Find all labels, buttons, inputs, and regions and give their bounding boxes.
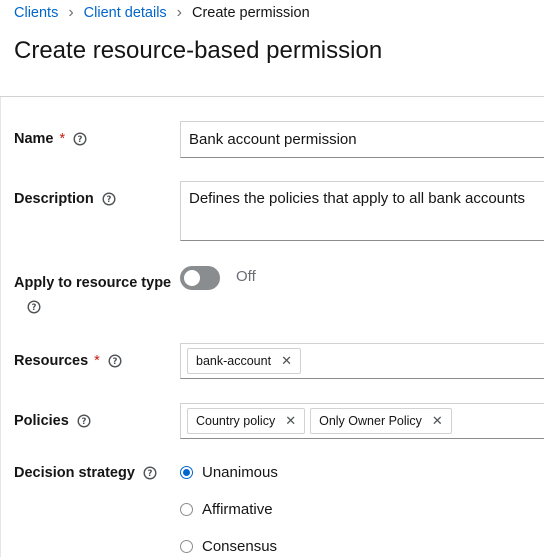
description-label: Description ? <box>14 191 116 207</box>
chevron-right-icon: › <box>176 4 182 21</box>
resources-chip-input[interactable]: bank-account ✕ <box>180 343 544 379</box>
close-icon[interactable]: ✕ <box>285 413 296 429</box>
svg-text:?: ? <box>106 195 111 205</box>
resources-label-text: Resources <box>14 353 89 369</box>
help-icon[interactable]: ? <box>73 132 87 146</box>
description-label-text: Description <box>14 191 94 207</box>
radio-button-selected[interactable] <box>180 466 193 479</box>
radio-label: Consensus <box>202 538 278 555</box>
radio-label: Unanimous <box>202 464 278 481</box>
policies-chip-input[interactable]: Country policy ✕ Only Owner Policy ✕ <box>180 403 544 439</box>
svg-text:?: ? <box>147 469 152 479</box>
resources-label: Resources * ? <box>14 353 122 369</box>
required-indicator: * <box>59 131 66 147</box>
svg-text:?: ? <box>81 417 86 427</box>
required-indicator: * <box>94 353 100 369</box>
svg-text:?: ? <box>112 357 117 367</box>
toggle-knob <box>184 270 200 286</box>
radio-consensus[interactable]: Consensus <box>180 538 277 555</box>
radio-button[interactable] <box>180 540 193 553</box>
name-label: Name * ? <box>14 131 87 147</box>
toggle-state-label: Off <box>236 268 256 285</box>
apply-to-resource-type-label-text: Apply to resource type <box>14 275 172 291</box>
breadcrumb-current: Create permission <box>192 5 310 21</box>
breadcrumb: Clients › Client details › Create permis… <box>14 4 310 22</box>
policy-chip: Country policy ✕ <box>187 408 306 434</box>
resource-chip: bank-account ✕ <box>187 348 301 374</box>
close-icon[interactable]: ✕ <box>281 353 292 369</box>
radio-affirmative[interactable]: Affirmative <box>180 501 273 518</box>
chip-label: Only Owner Policy <box>319 414 422 428</box>
radio-label: Affirmative <box>202 501 273 518</box>
policy-chip: Only Owner Policy ✕ <box>310 408 452 434</box>
help-icon[interactable]: ? <box>143 466 157 480</box>
help-icon[interactable]: ? <box>102 192 116 206</box>
chip-label: Country policy <box>196 414 276 428</box>
help-icon[interactable]: ? <box>108 354 122 368</box>
help-icon[interactable]: ? <box>27 300 41 314</box>
svg-text:?: ? <box>32 303 37 313</box>
description-textarea[interactable]: Defines the policies that apply to all b… <box>180 181 544 241</box>
decision-strategy-label: Decision strategy ? <box>14 465 157 481</box>
name-label-text: Name <box>14 131 54 147</box>
svg-text:?: ? <box>78 135 83 145</box>
name-input[interactable]: Bank account permission <box>180 121 544 158</box>
breadcrumb-link-clients[interactable]: Clients <box>14 5 58 21</box>
policies-label-text: Policies <box>14 413 69 429</box>
apply-to-resource-type-toggle[interactable] <box>180 266 220 290</box>
close-icon[interactable]: ✕ <box>432 413 443 429</box>
decision-strategy-label-text: Decision strategy <box>14 465 135 481</box>
radio-unanimous[interactable]: Unanimous <box>180 464 278 481</box>
radio-button[interactable] <box>180 503 193 516</box>
breadcrumb-link-client-details[interactable]: Client details <box>84 5 167 21</box>
policies-label: Policies ? <box>14 413 91 429</box>
form-panel <box>0 97 544 557</box>
page-title: Create resource-based permission <box>14 37 383 64</box>
chip-label: bank-account <box>196 354 272 368</box>
help-icon[interactable]: ? <box>77 414 91 428</box>
chevron-right-icon: › <box>68 4 74 21</box>
apply-to-resource-type-label: Apply to resource type <box>14 275 171 291</box>
